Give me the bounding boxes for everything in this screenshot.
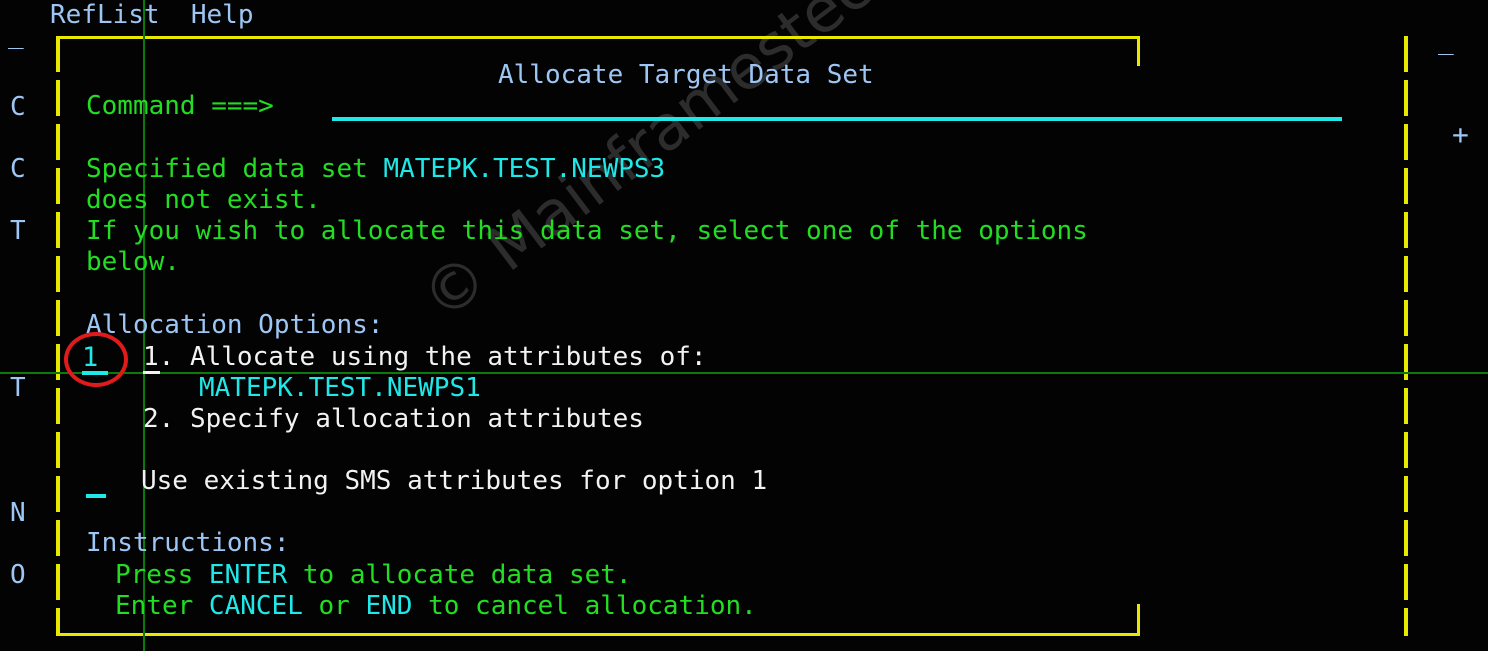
- terminal-screen: RefList Help _ C C T T N O _ + © Mainfra…: [0, 0, 1488, 651]
- instructions-line-1: Press ENTER to allocate data set.: [115, 560, 632, 590]
- gutter-letter-1: C: [10, 92, 26, 122]
- allocation-options-heading: Allocation Options:: [86, 310, 384, 340]
- panel-border-bottom-tick: [1137, 604, 1140, 636]
- instructions-line-1-part2: to allocate data set.: [287, 560, 632, 590]
- key-end: END: [365, 591, 413, 621]
- instructions-line-1-part1: Press: [115, 560, 209, 590]
- panel-border-left: [56, 36, 60, 636]
- sms-option-label: Use existing SMS attributes for option 1: [141, 466, 768, 496]
- panel-border-right: [1404, 36, 1408, 636]
- message-line-2: does not exist.: [86, 185, 321, 215]
- gutter-letter-4: T: [10, 373, 26, 403]
- panel-border-top-tick: [1137, 36, 1140, 66]
- instructions-line-2-part2: or: [302, 591, 366, 621]
- panel-border-top: [56, 36, 1140, 39]
- option-1-row[interactable]: 1. Allocate using the attributes of:: [143, 342, 707, 372]
- panel-title: Allocate Target Data Set: [498, 60, 874, 90]
- option-1-number-underline: [143, 371, 160, 374]
- panel-border-bottom: [56, 633, 1140, 636]
- instructions-heading: Instructions:: [86, 528, 290, 558]
- message-line-1: Specified data set MATEPK.TEST.NEWPS3: [86, 154, 665, 184]
- option-1-dataset: MATEPK.TEST.NEWPS1: [199, 373, 481, 403]
- command-input-underline[interactable]: [332, 117, 1342, 121]
- message-line-4: below.: [86, 247, 180, 277]
- message-dataset-name: MATEPK.TEST.NEWPS3: [383, 154, 666, 184]
- gutter-letter-6: O: [10, 560, 26, 590]
- gutter-letter-3: T: [10, 216, 26, 246]
- window-minimize-glyph[interactable]: _: [8, 20, 24, 51]
- option-2-label: Specify allocation attributes: [189, 404, 644, 434]
- option-2-number: 2.: [143, 404, 175, 434]
- message-line-1-text: Specified data set: [86, 154, 384, 184]
- key-enter: ENTER: [208, 560, 288, 590]
- gutter-letter-5: N: [10, 498, 26, 528]
- option-1-number: 1.: [143, 342, 175, 372]
- command-label: Command ===>: [86, 91, 274, 121]
- option-1-label: Allocate using the attributes of:: [189, 342, 707, 372]
- instructions-line-2: Enter CANCEL or END to cancel allocation…: [115, 591, 757, 621]
- key-cancel: CANCEL: [208, 591, 303, 621]
- gutter-letter-2: C: [10, 154, 26, 184]
- scroll-plus-glyph[interactable]: +: [1452, 120, 1469, 150]
- option-2-row[interactable]: 2. Specify allocation attributes: [143, 404, 644, 434]
- message-line-3: If you wish to allocate this data set, s…: [86, 216, 1088, 246]
- instructions-line-2-part3: to cancel allocation.: [412, 591, 757, 621]
- scroll-dash-glyph[interactable]: _: [1438, 26, 1454, 56]
- instructions-line-2-part1: Enter: [115, 591, 209, 621]
- annotation-circle-highlight: [64, 332, 128, 387]
- sms-option-input-underline[interactable]: [86, 494, 106, 498]
- menu-bar[interactable]: RefList Help: [50, 0, 254, 30]
